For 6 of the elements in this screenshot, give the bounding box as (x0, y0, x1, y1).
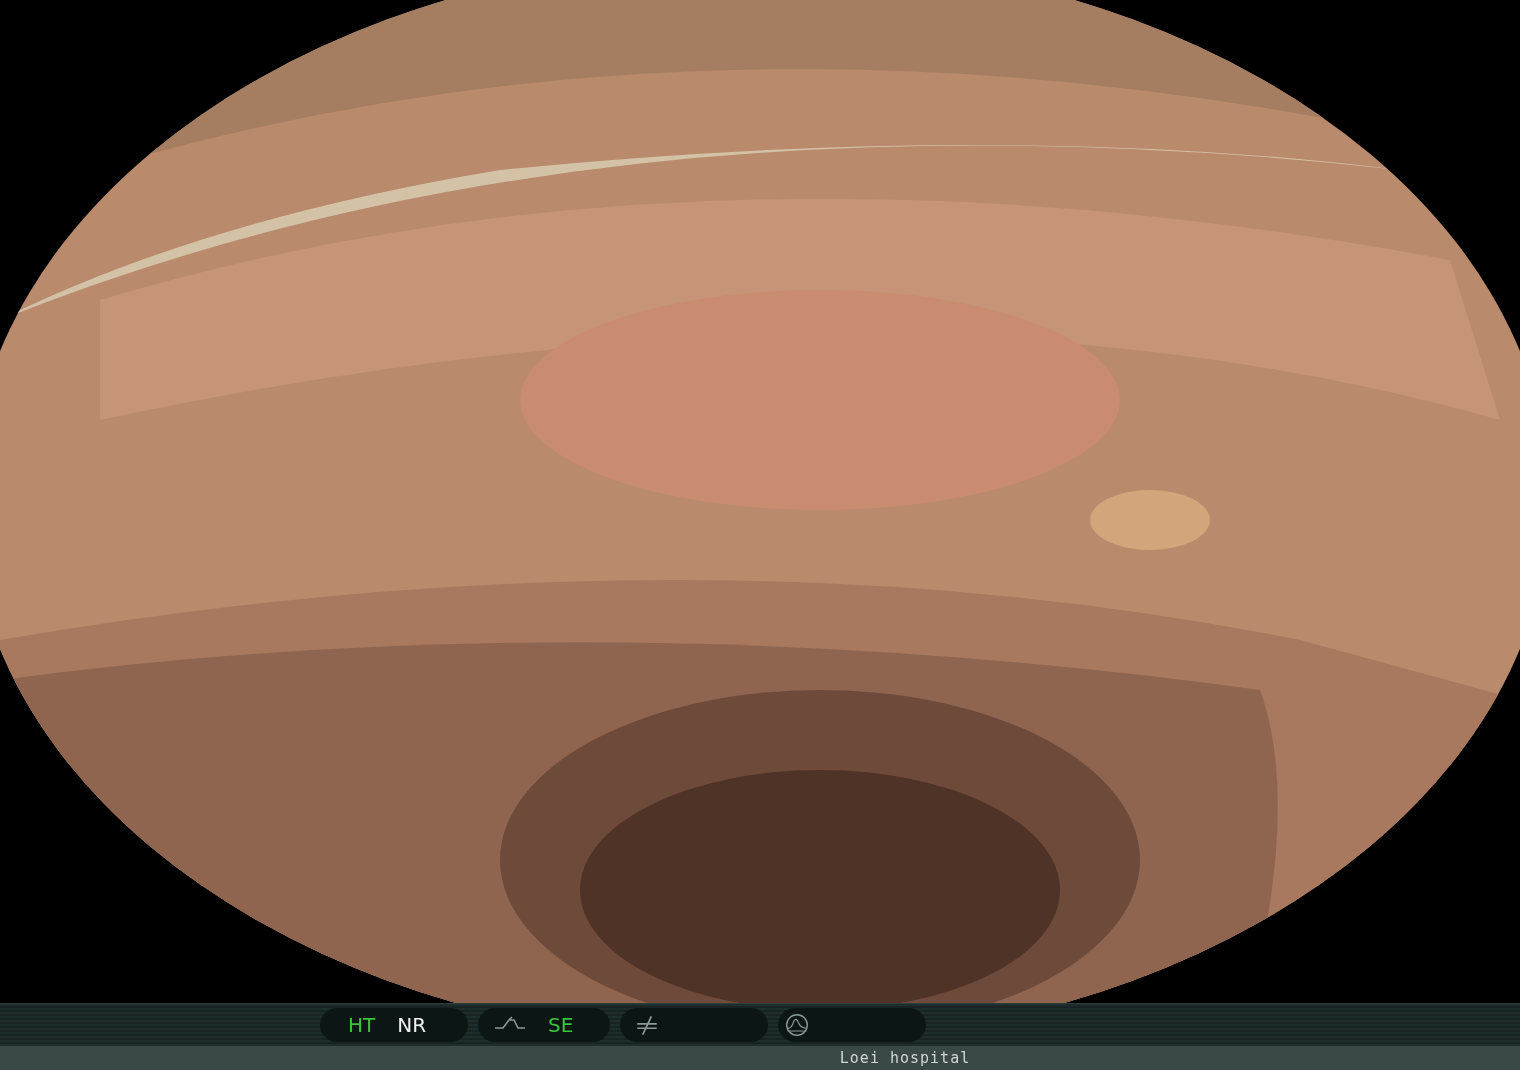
waveform-icon (784, 1013, 810, 1037)
mode-indicator: HT (348, 1013, 376, 1037)
mode-indicator: SE (548, 1013, 574, 1037)
mode-indicator: NR (397, 1013, 427, 1037)
slash-icon (634, 1013, 660, 1037)
hospital-name: Loei hospital (839, 1049, 971, 1067)
